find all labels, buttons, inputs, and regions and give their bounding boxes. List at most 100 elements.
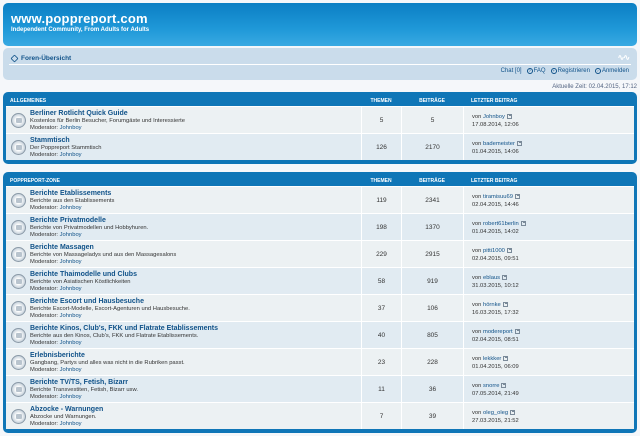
forum-description: Gangbang, Partys und alles was nicht in … [30,359,185,366]
last-post-user-link[interactable]: hörnke [483,302,501,308]
forum-posts-count: 106 [401,295,463,321]
last-post-date: 01.04.2015, 14:06 [472,149,519,155]
forum-title-link[interactable]: Berichte Etablissements [30,190,361,198]
chat-link[interactable]: Chat [0] [501,68,522,74]
last-post-date: 17.08.2014, 12:06 [472,122,519,128]
forum-row: Berichte Privatmodelle Berichte von Priva… [6,213,634,240]
forum-read-icon [10,112,26,128]
view-latest-post-icon[interactable] [514,193,520,199]
faq-label[interactable]: FAQ [534,68,546,74]
site-title[interactable]: www.poppreport.com [11,11,629,26]
category-title[interactable]: Allgemeines [6,98,361,104]
forum-topics-count: 229 [361,241,401,267]
breadcrumb-label[interactable]: Foren-Übersicht [21,55,71,62]
moderator-link[interactable]: Johnboy [60,367,82,373]
forum-read-icon [10,327,26,343]
moderator-link[interactable]: Johnboy [60,232,82,238]
moderator-link[interactable]: Johnboy [60,313,82,319]
moderator-link[interactable]: Johnboy [60,259,82,265]
forum-read-icon [10,139,26,155]
register-label[interactable]: Registrieren [558,68,590,74]
moderator-label: Moderator: [30,232,59,239]
breadcrumb[interactable]: Foren-Übersicht [10,54,71,63]
moderator-link[interactable]: Johnboy [60,286,82,292]
font-size-icon[interactable]: ∿∿ [618,53,630,62]
last-post-user-link[interactable]: bademeister [483,141,515,147]
moderator-link[interactable]: Johnboy [60,152,82,158]
moderator-label: Moderator: [30,205,59,212]
moderator-label: Moderator: [30,394,59,401]
last-post-user-link[interactable]: Johnboy [483,114,505,120]
moderator-link[interactable]: Johnboy [60,394,82,400]
site-header: www.poppreport.com Independent Community… [3,3,637,46]
forum-posts-count: 36 [401,376,463,402]
view-latest-post-icon[interactable] [501,382,507,388]
last-post-user-link[interactable]: tiramisuu69 [483,194,513,200]
view-latest-post-icon[interactable] [506,247,512,253]
forum-title-link[interactable]: Berichte Massagen [30,244,361,252]
view-latest-post-icon[interactable] [506,113,512,119]
forum-title-link[interactable]: Berichte TV/TS, Fetish, Bizarr [30,379,361,387]
forum-status-cell [6,241,30,267]
forum-posts-count: 228 [401,349,463,375]
moderator-link[interactable]: Johnboy [60,340,82,346]
category-header: Allgemeines Themen Beiträge Letzter Beitrag [6,95,634,106]
forum-topics-count: 11 [361,376,401,402]
view-latest-post-icon[interactable] [510,409,516,415]
view-latest-post-icon[interactable] [502,301,508,307]
forum-read-icon [10,273,26,289]
column-last-post: Letzter Beitrag [471,177,518,184]
forum-title-link[interactable]: Stammtisch [30,137,361,145]
forum-posts-count: 5 [401,107,463,133]
forum-title-link[interactable]: Berichte Privatmodelle [30,217,361,225]
view-latest-post-icon[interactable] [516,140,522,146]
moderator-link[interactable]: Johnboy [60,421,82,427]
forum-description: Abzocke und Warnungen. [30,413,97,420]
view-latest-post-icon[interactable] [503,355,509,361]
forum-title-link[interactable]: Berichte Escort und Hausbesuche [30,298,361,306]
view-latest-post-icon[interactable] [514,328,520,334]
forum-topics-count: 23 [361,349,401,375]
forum-topics-count: 58 [361,268,401,294]
forum-last-post: von bademeister 01.04.2015, 14:06 [463,134,634,160]
last-post-date: 27.03.2015, 21:52 [472,418,519,424]
last-post-date: 01.04.2015, 06:09 [472,364,519,370]
last-post-user-link[interactable]: modereport [483,329,513,335]
category-title[interactable]: Poppreport-Zone [6,178,361,184]
forum-title-link[interactable]: Abzocke - Warnungen [30,406,361,414]
forum-last-post: von eblaus 31.03.2015, 10:12 [463,268,634,294]
forum-status-cell [6,295,30,321]
forum-title-link[interactable]: Berichte Thaimodelle und Clubs [30,271,361,279]
forum-info: Berichte Etablissements Berichte aus den … [30,187,361,213]
last-post-user-link[interactable]: lekkker [483,356,501,362]
login-label[interactable]: Anmelden [602,68,629,74]
last-post-user-link[interactable]: eblaus [483,275,500,281]
faq-link[interactable]: ? FAQ [526,68,546,74]
forum-info: Erlebnisberichte Gangbang, Partys und all… [30,349,361,375]
last-post-user-link[interactable]: pitti1000 [483,248,505,254]
forum-status-cell [6,187,30,213]
register-link[interactable]: + Registrieren [550,68,590,74]
last-post-date: 01.04.2015, 14:02 [472,229,519,235]
view-latest-post-icon[interactable] [502,274,508,280]
forum-topics-count: 7 [361,403,401,429]
view-latest-post-icon[interactable] [520,220,526,226]
forum-read-icon [10,246,26,262]
last-post-user-link[interactable]: oleg_oleg [483,410,508,416]
last-post-by-label: von [472,194,482,200]
site-subtitle: Independent Community, From Adults for A… [11,27,150,33]
forum-title-link[interactable]: Berliner Rotlicht Quick Guide [30,110,361,118]
forum-topics-count: 119 [361,187,401,213]
last-post-user-link[interactable]: robert61berlin [483,221,519,227]
moderator-link[interactable]: Johnboy [60,125,82,131]
last-post-by-label: von [472,114,482,120]
forum-moderator: Moderator: Johnboy [30,259,361,267]
forum-category: Allgemeines Themen Beiträge Letzter Beitrag… [3,92,637,164]
login-link[interactable]: › Anmelden [594,68,629,74]
forum-status-cell [6,214,30,240]
forum-title-link[interactable]: Berichte Kinos, Club's, FKK und Flatrate… [30,325,361,333]
forum-title-link[interactable]: Erlebnisberichte [30,352,361,360]
last-post-by-label: von [472,383,482,389]
moderator-link[interactable]: Johnboy [60,205,82,211]
last-post-user-link[interactable]: snorre [483,383,499,389]
